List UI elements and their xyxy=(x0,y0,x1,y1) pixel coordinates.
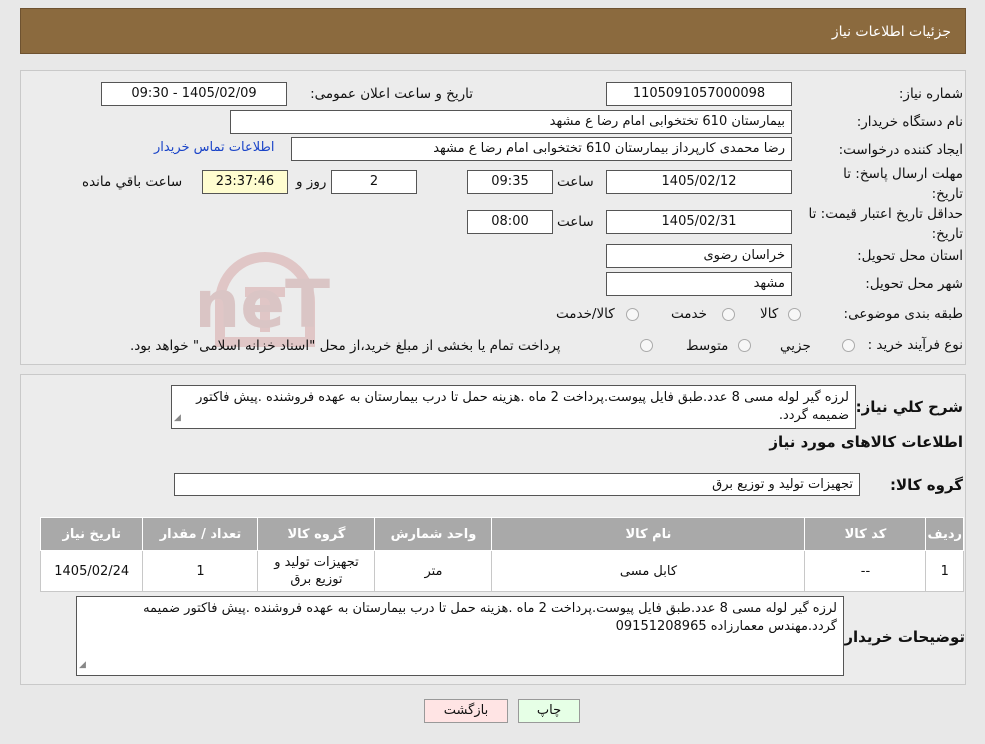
city-label: شهر محل تحویل: xyxy=(865,276,963,292)
buyer-notes-label: توضیحات خریدار: xyxy=(838,628,965,646)
cell-unit: متر xyxy=(374,550,493,592)
resize-grip-icon[interactable]: ◢ xyxy=(79,656,86,674)
process-radio-medium[interactable] xyxy=(738,339,751,352)
process-note: پرداخت تمام یا بخشی از مبلغ خرید،از محل … xyxy=(130,338,561,354)
cell-qty: 1 xyxy=(142,550,259,592)
cell-group: تجهیزات تولید و توزیع برق xyxy=(257,550,376,592)
goods-table: رديف کد کالا نام کالا واحد شمارش گروه کا… xyxy=(39,517,964,592)
announce-field[interactable]: 1405/02/09 - 09:30 xyxy=(101,82,287,106)
remaining-label: ساعت باقي مانده xyxy=(82,174,183,190)
cell-code: -- xyxy=(804,550,927,592)
summary-label: شرح کلي نياز: xyxy=(855,398,963,416)
category-label: طبقه بندی موضوعی: xyxy=(843,306,963,322)
reply-time-field[interactable]: 09:35 xyxy=(467,170,553,194)
reply-date-field[interactable]: 1405/02/12 xyxy=(606,170,792,194)
creator-field[interactable]: رضا محمدی کارپرداز بیمارستان 610 تختخواب… xyxy=(291,137,792,161)
category-radio-service[interactable] xyxy=(722,308,735,321)
category-radio-goods-service[interactable] xyxy=(626,308,639,321)
province-label: استان محل تحویل: xyxy=(857,248,963,264)
buyer-org-label: نام دستگاه خریدار: xyxy=(856,114,963,130)
col-unit: واحد شمارش xyxy=(374,517,493,551)
need-number-field[interactable]: 1105091057000098 xyxy=(606,82,792,106)
process-label: نوع فرآیند خرید : xyxy=(867,337,963,353)
buyer-contact-link[interactable]: اطلاعات تماس خریدار xyxy=(154,140,274,155)
category-radio-goods[interactable] xyxy=(788,308,801,321)
cell-name: کابل مسی xyxy=(491,550,806,592)
process-option-medium: متوسط xyxy=(686,338,729,354)
col-name: نام کالا xyxy=(491,517,806,551)
validity-time-field[interactable]: 08:00 xyxy=(467,210,553,234)
city-field[interactable]: مشهد xyxy=(606,272,792,296)
creator-label: ایجاد کننده درخواست: xyxy=(838,142,963,158)
remaining-time-field: 23:37:46 xyxy=(202,170,288,194)
resize-grip-icon[interactable]: ◢ xyxy=(174,409,181,427)
validity-label: حداقل تاریخ اعتبار قیمت: تا تاریخ: xyxy=(808,206,963,242)
col-code: کد کالا xyxy=(804,517,927,551)
process-radio-treasury[interactable] xyxy=(640,339,653,352)
category-option-goods: کالا xyxy=(760,306,779,322)
page-title: جزئیات اطلاعات نیاز xyxy=(831,24,951,40)
days-label: روز و xyxy=(296,174,327,190)
col-row: رديف xyxy=(925,517,964,551)
summary-textarea[interactable]: لرزه گیر لوله مسی 8 عدد.طبق فایل پیوست.پ… xyxy=(171,385,856,429)
announce-label: تاریخ و ساعت اعلان عمومی: xyxy=(310,86,473,102)
validity-date-field[interactable]: 1405/02/31 xyxy=(606,210,792,234)
goods-group-label: گروه کالا: xyxy=(890,476,963,494)
goods-section-title: اطلاعات کالاهای مورد نیاز xyxy=(769,433,963,451)
col-date: تاریخ نیاز xyxy=(39,517,144,551)
cell-row: 1 xyxy=(925,550,964,592)
buyer-notes-textarea[interactable]: لرزه گیر لوله مسی 8 عدد.طبق فایل پیوست.پ… xyxy=(76,596,844,676)
buyer-org-field[interactable]: بیمارستان 610 تختخوابی امام رضا ع مشهد xyxy=(230,110,792,134)
print-button[interactable]: چاپ xyxy=(518,699,580,723)
page-header: جزئیات اطلاعات نیاز xyxy=(20,8,966,54)
category-option-goods-service: کالا/خدمت xyxy=(556,306,615,322)
reply-deadline-label: مهلت ارسال پاسخ: تا تاریخ: xyxy=(843,166,963,202)
validity-time-label: ساعت xyxy=(557,214,594,230)
table-row: 1 -- کابل مسی متر تجهیزات تولید و توزیع … xyxy=(39,550,964,592)
process-option-minor: جزيي xyxy=(780,338,811,354)
buyer-notes-text: لرزه گیر لوله مسی 8 عدد.طبق فایل پیوست.پ… xyxy=(143,601,837,634)
goods-group-field[interactable]: تجهیزات تولید و توزیع برق xyxy=(174,473,860,496)
back-button[interactable]: بازگشت xyxy=(424,699,508,723)
col-qty: تعداد / مقدار xyxy=(142,517,259,551)
days-field[interactable]: 2 xyxy=(331,170,417,194)
goods-table-header: رديف کد کالا نام کالا واحد شمارش گروه کا… xyxy=(39,517,964,551)
cell-date: 1405/02/24 xyxy=(39,550,144,592)
need-number-label: شماره نیاز: xyxy=(898,86,963,102)
summary-text: لرزه گیر لوله مسی 8 عدد.طبق فایل پیوست.پ… xyxy=(196,390,849,423)
process-radio-minor[interactable] xyxy=(842,339,855,352)
reply-time-label: ساعت xyxy=(557,174,594,190)
category-option-service: خدمت xyxy=(671,306,707,322)
province-field[interactable]: خراسان رضوی xyxy=(606,244,792,268)
col-group: گروه کالا xyxy=(257,517,376,551)
